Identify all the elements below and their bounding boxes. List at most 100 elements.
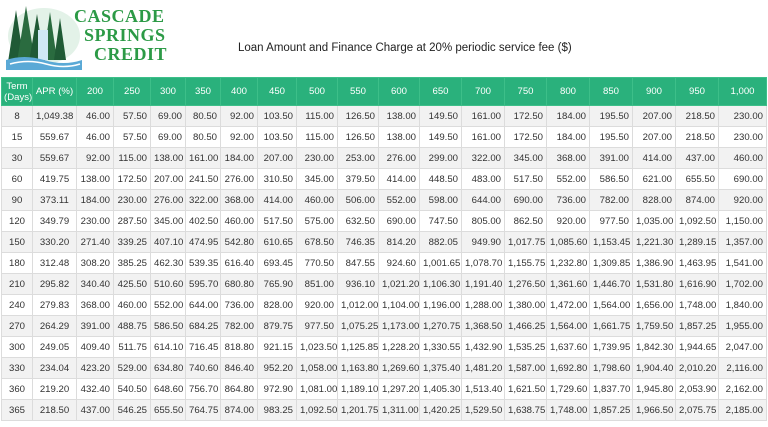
finance-charge-cell: 1,173.00 — [378, 315, 420, 337]
finance-charge-cell: 1,837.70 — [589, 378, 633, 400]
header-row: Term (Days) APR (%) 200 250 300 350 400 450 500 5… — [1, 77, 767, 106]
finance-charge-cell: 1,739.95 — [589, 336, 633, 358]
finance-charge-cell: 172.50 — [504, 105, 547, 127]
finance-charge-cell: 506.00 — [337, 189, 379, 211]
finance-charge-cell: 339.25 — [113, 231, 151, 253]
finance-charge-cell: 1,638.75 — [504, 399, 547, 421]
finance-charge-cell: 2,075.75 — [675, 399, 719, 421]
apr-cell: 264.29 — [32, 315, 77, 337]
finance-charge-cell: 161.00 — [185, 147, 221, 169]
apr-cell: 1,049.38 — [32, 105, 77, 127]
finance-charge-cell: 230.00 — [113, 189, 151, 211]
finance-charge-cell: 1,104.00 — [378, 294, 420, 316]
finance-charge-cell: 828.00 — [632, 189, 676, 211]
table-row: 15 559.67 46.00 57.50 69.00 80.50 92.00 103.50 1… — [1, 126, 767, 148]
finance-charge-cell: 740.60 — [185, 357, 221, 379]
finance-charge-cell: 874.00 — [220, 399, 258, 421]
finance-charge-cell: 460.00 — [220, 210, 258, 232]
finance-charge-cell: 345.00 — [504, 147, 547, 169]
finance-charge-cell: 138.00 — [378, 126, 420, 148]
finance-charge-cell: 782.00 — [589, 189, 633, 211]
finance-charge-cell: 1,748.00 — [546, 399, 590, 421]
finance-charge-cell: 195.50 — [589, 105, 633, 127]
finance-charge-cell: 1,466.25 — [504, 315, 547, 337]
finance-charge-cell: 287.50 — [113, 210, 151, 232]
finance-charge-cell: 1,092.50 — [296, 399, 338, 421]
apr-cell: 312.48 — [32, 252, 77, 274]
finance-charge-cell: 423.20 — [76, 357, 114, 379]
finance-charge-cell: 2,185.00 — [718, 399, 767, 421]
finance-charge-cell: 345.00 — [296, 168, 338, 190]
term-cell: 365 — [1, 399, 33, 421]
finance-charge-cell: 115.00 — [113, 147, 151, 169]
finance-charge-cell: 409.40 — [76, 336, 114, 358]
finance-charge-cell: 437.00 — [76, 399, 114, 421]
finance-charge-cell: 310.50 — [257, 168, 297, 190]
finance-charge-cell: 1,078.70 — [461, 252, 505, 274]
finance-charge-cell: 586.50 — [589, 168, 633, 190]
finance-charge-cell: 747.50 — [419, 210, 462, 232]
finance-charge-cell: 69.00 — [150, 126, 186, 148]
finance-charge-cell: 230.00 — [296, 147, 338, 169]
finance-charge-cell: 746.35 — [337, 231, 379, 253]
table-row: 60 419.75 138.00 172.50 207.00 241.50 276.00 31… — [1, 168, 767, 190]
term-cell: 270 — [1, 315, 33, 337]
finance-charge-cell: 414.00 — [378, 168, 420, 190]
finance-charge-cell: 552.00 — [378, 189, 420, 211]
finance-charge-cell: 1,311.00 — [378, 399, 420, 421]
finance-charge-cell: 276.00 — [378, 147, 420, 169]
finance-charge-cell: 2,010.20 — [675, 357, 719, 379]
finance-charge-cell: 1,692.80 — [546, 357, 590, 379]
finance-charge-cell: 621.00 — [632, 168, 676, 190]
table-row: 210 295.82 340.40 425.50 510.60 595.70 680.80 7… — [1, 273, 767, 295]
finance-charge-cell: 1,446.70 — [589, 273, 633, 295]
apr-cell: 349.79 — [32, 210, 77, 232]
finance-charge-cell: 1,702.00 — [718, 273, 767, 295]
finance-charge-cell: 1,840.00 — [718, 294, 767, 316]
finance-charge-cell: 230.00 — [76, 210, 114, 232]
finance-charge-cell: 276.00 — [220, 168, 258, 190]
column-header: 750 — [504, 77, 547, 106]
finance-charge-cell: 402.50 — [185, 210, 221, 232]
logo-wordmark: CASCADE SPRINGS CREDIT — [74, 7, 167, 64]
finance-charge-cell: 1,058.00 — [296, 357, 338, 379]
finance-charge-cell: 385.25 — [113, 252, 151, 274]
finance-charge-cell: 1,189.10 — [337, 378, 379, 400]
company-logo[interactable]: CASCADE SPRINGS CREDIT — [4, 2, 169, 72]
finance-charge-cell: 115.00 — [296, 126, 338, 148]
finance-charge-cell: 1,361.60 — [546, 273, 590, 295]
finance-charge-cell: 92.00 — [220, 105, 258, 127]
column-header: 400 — [220, 77, 258, 106]
finance-charge-cell: 1,221.30 — [632, 231, 676, 253]
finance-charge-cell: 828.00 — [257, 294, 297, 316]
table-row: 300 249.05 409.40 511.75 614.10 716.45 818.80 9… — [1, 336, 767, 358]
finance-charge-cell: 425.50 — [113, 273, 151, 295]
finance-charge-cell: 882.05 — [419, 231, 462, 253]
finance-charge-cell: 448.50 — [419, 168, 462, 190]
logo-line-2: SPRINGS — [84, 25, 166, 45]
term-cell: 15 — [1, 126, 33, 148]
column-header: Term (Days) — [1, 77, 33, 106]
finance-charge-cell: 680.80 — [220, 273, 258, 295]
finance-charge-cell: 218.50 — [675, 105, 719, 127]
finance-charge-cell: 552.00 — [546, 168, 590, 190]
term-cell: 360 — [1, 378, 33, 400]
finance-charge-cell: 414.00 — [257, 189, 297, 211]
finance-charge-cell: 874.00 — [675, 189, 719, 211]
finance-charge-cell: 648.60 — [150, 378, 186, 400]
finance-charge-cell: 172.50 — [504, 126, 547, 148]
finance-charge-cell: 1,276.50 — [504, 273, 547, 295]
finance-charge-cell: 103.50 — [257, 105, 297, 127]
finance-charge-cell: 207.00 — [632, 126, 676, 148]
finance-charge-cell: 756.70 — [185, 378, 221, 400]
finance-charge-cell: 1,432.90 — [461, 336, 505, 358]
finance-charge-cell: 308.20 — [76, 252, 114, 274]
table-row: 8 1,049.38 46.00 57.50 69.00 80.50 92.00 103.50… — [1, 105, 767, 127]
finance-charge-cell: 847.55 — [337, 252, 379, 274]
finance-charge-cell: 184.00 — [76, 189, 114, 211]
finance-charge-cell: 1,125.85 — [337, 336, 379, 358]
finance-charge-cell: 644.00 — [185, 294, 221, 316]
finance-charge-cell: 407.10 — [150, 231, 186, 253]
finance-charge-cell: 924.60 — [378, 252, 420, 274]
finance-charge-cell: 2,116.00 — [718, 357, 767, 379]
